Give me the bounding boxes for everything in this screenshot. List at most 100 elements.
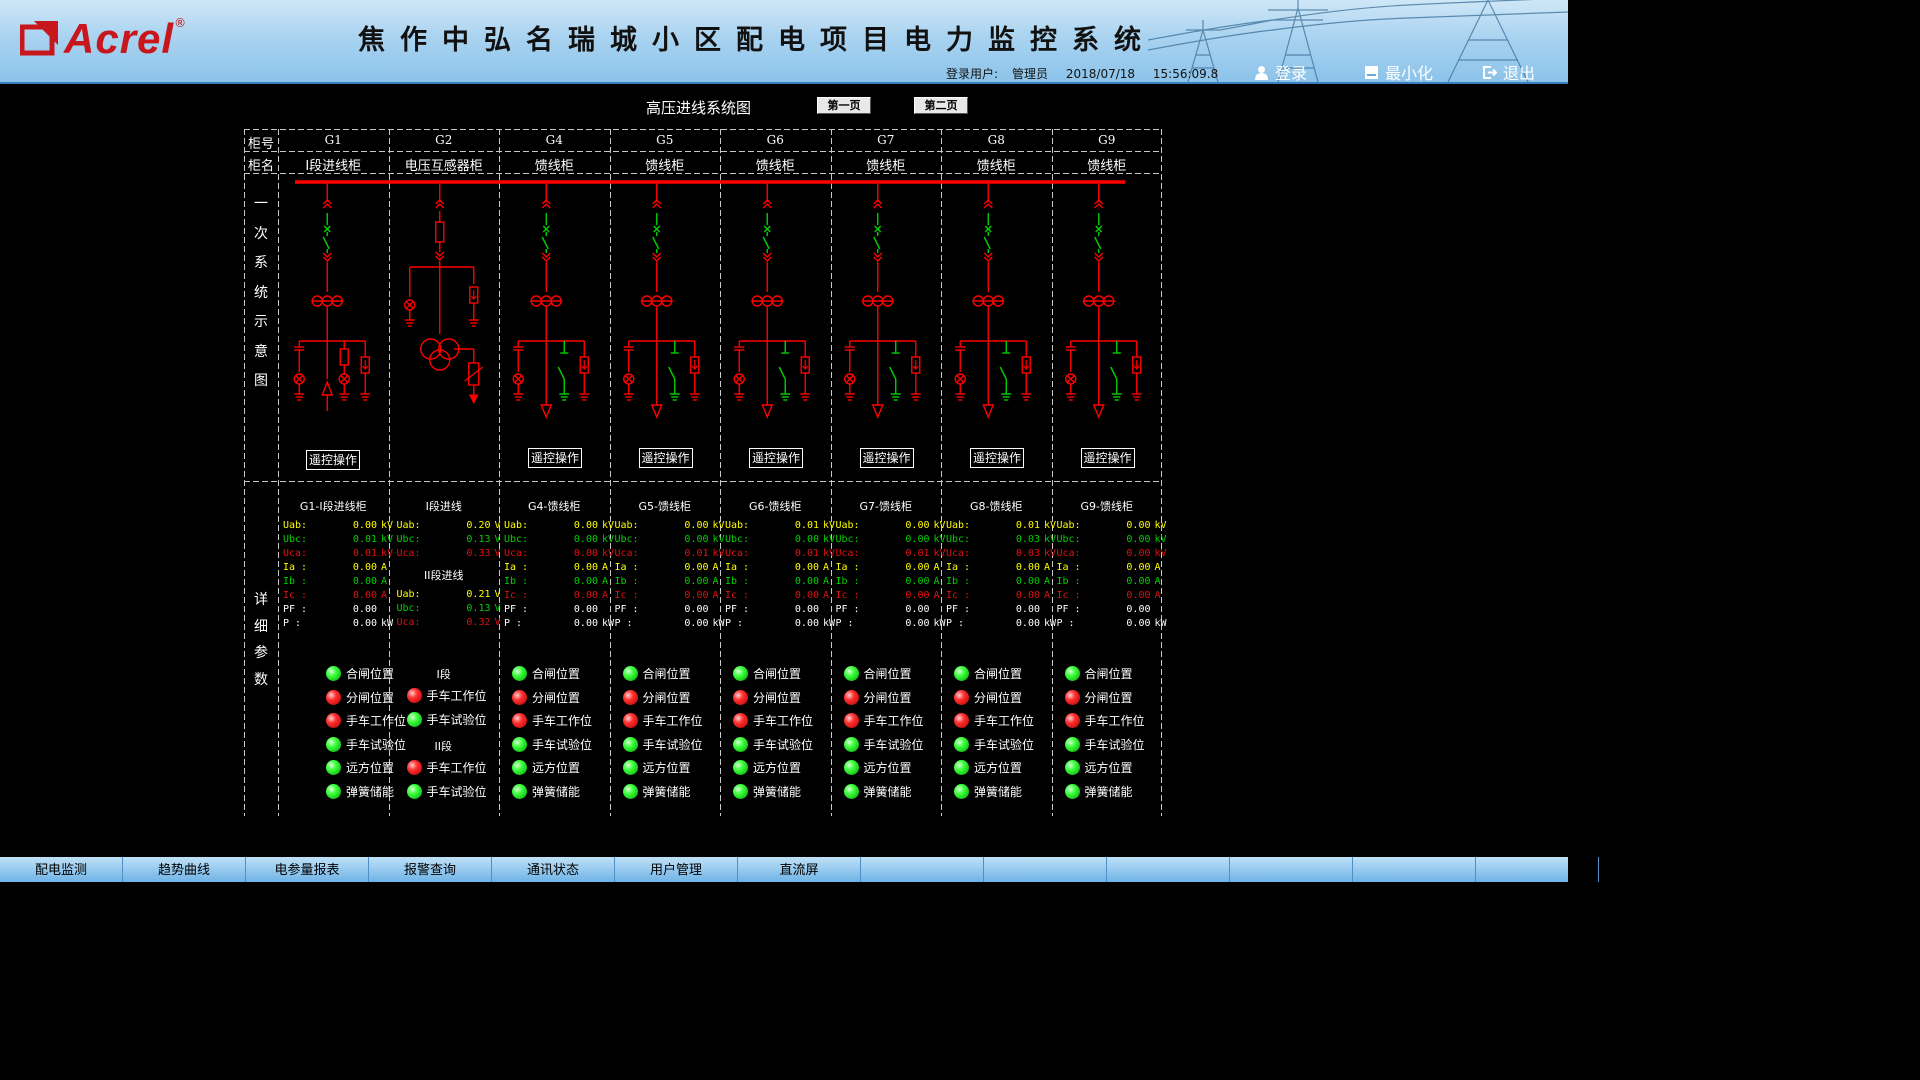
remote-control-button[interactable]: 遥控操作: [1080, 448, 1135, 468]
status-indicator: 手车工作位: [406, 759, 487, 776]
measurement-value: 0.00: [794, 534, 819, 545]
measurement-row: Uab: 0.00 kV: [615, 520, 731, 531]
nav-item[interactable]: 直流屏: [738, 857, 861, 882]
status-indicator: 手车试验位: [954, 736, 1034, 753]
nav-item[interactable]: 用户管理: [615, 857, 738, 882]
row-label-id: 柜号: [247, 137, 274, 152]
plug-contact-icon: [435, 251, 445, 257]
nav-item-empty: [861, 857, 984, 882]
measurement-value: 0.00: [573, 576, 598, 587]
nav-item-empty: [1107, 857, 1230, 882]
diagram-stroke: [999, 366, 1007, 380]
status-label: 弹簧储能: [532, 784, 581, 799]
measurement-value: 0.00: [573, 534, 598, 545]
green-led-icon: [406, 712, 422, 727]
status-label: 远方位置: [974, 761, 1023, 775]
login-button[interactable]: 登录: [1254, 60, 1307, 82]
status-label: 手车试验位: [346, 737, 407, 752]
status-indicator: 合闸位置: [622, 665, 691, 682]
remote-control-button[interactable]: 遥控操作: [306, 450, 360, 470]
date-text: 2018/07/18: [1065, 67, 1136, 81]
status-indicator: 分闸位置: [1064, 689, 1133, 706]
nav-item[interactable]: 报警查询: [369, 857, 492, 882]
page2-button[interactable]: 第二页: [914, 97, 968, 114]
remote-control-button[interactable]: 遥控操作: [528, 448, 582, 468]
remote-control-button[interactable]: 遥控操作: [638, 448, 693, 468]
minimize-button[interactable]: 最小化: [1364, 60, 1433, 82]
measurement-label: Uab:: [835, 520, 860, 531]
measurement-value: 0.00: [794, 604, 819, 615]
measurement-label: Uca:: [614, 548, 639, 559]
green-led-icon: [512, 783, 527, 799]
nav-item[interactable]: 通讯状态: [492, 857, 615, 882]
diagram-stroke: [873, 236, 881, 250]
plug-contact-icon: [873, 203, 883, 209]
green-led-icon: [843, 783, 859, 799]
remote-control-button[interactable]: 遥控操作: [859, 448, 914, 468]
status-indicator: 远方位置: [326, 759, 394, 776]
measurement-row: Ia :0.00 A: [615, 562, 731, 573]
measurement-label: Uab:: [283, 520, 308, 531]
measurement-unit: A: [1154, 576, 1161, 587]
measurement-label: Ib :: [835, 576, 860, 587]
measurement-label: PF :: [946, 604, 971, 615]
measurement-value: 0.00: [352, 618, 377, 629]
page1-button[interactable]: 第一页: [817, 97, 871, 114]
diagram-stroke: [889, 366, 897, 380]
measurement-row: P :0.00 kW: [946, 618, 1062, 629]
measurement-value: 0.00: [1015, 562, 1040, 573]
measurement-label: Ic :: [614, 590, 639, 601]
measurement-label: Ic :: [283, 590, 308, 601]
measurement-label: Ic :: [725, 590, 750, 601]
status-indicator: 分闸位置: [954, 689, 1022, 706]
measurement-label: PF :: [835, 604, 860, 615]
green-led-icon: [954, 760, 969, 775]
measurement-label: Uab:: [725, 520, 750, 531]
green-led-icon: [512, 760, 527, 775]
remote-control-button[interactable]: 遥控操作: [749, 448, 803, 468]
status-label: 弹簧储能: [642, 784, 691, 799]
measurement-label: PF :: [283, 604, 308, 615]
measurement-row: Ia :0.00 A: [725, 562, 841, 573]
measurement-row: Ic : 0.00 A: [1057, 590, 1173, 601]
plug-contact-icon: [541, 203, 551, 209]
status-indicator: 手车试验位: [733, 736, 813, 753]
measurement-value: 0.01: [684, 548, 709, 559]
status-label: 手车试验位: [974, 737, 1035, 752]
green-led-icon: [512, 736, 527, 752]
status-indicator: 弹簧储能: [843, 783, 912, 800]
status-indicator: 手车试验位: [406, 711, 487, 728]
acrel-logo: Acrel ®: [19, 14, 186, 64]
measurement-value: 0.00: [573, 548, 598, 559]
status-indicator: 弹簧储能: [512, 783, 580, 800]
measurement-row: Uab: 0.00 kV: [283, 520, 399, 531]
plug-contact-icon: [1094, 252, 1104, 258]
nav-item[interactable]: 趋势曲线: [123, 857, 246, 882]
measurement-row: PF : 0.00: [504, 604, 620, 615]
nav-item[interactable]: 配电监测: [0, 857, 123, 882]
measurement-row: Ubc: 0.00 kV: [725, 534, 841, 545]
measurement-label: Ubc:: [504, 534, 529, 545]
nav-item[interactable]: 电参量报表: [246, 857, 369, 882]
status-label: 手车工作位: [426, 689, 487, 703]
green-led-icon: [622, 783, 638, 799]
measurement-label: Ia :: [725, 562, 750, 573]
measurement-row: Ubc: 0.13 V: [397, 534, 513, 545]
measurement-value: 0.00: [352, 604, 377, 615]
measurement-value: 0.01: [1015, 520, 1040, 531]
system-title: 焦作中弘名瑞城小区配电项目电力监控系统: [358, 25, 1156, 56]
measurement-label: Ib :: [283, 576, 308, 587]
status-indicator: 分闸位置: [512, 689, 580, 706]
red-led-icon: [326, 689, 341, 705]
status-indicator: 合闸位置: [1064, 665, 1133, 682]
measurement-label: P :: [835, 618, 854, 629]
remote-control-button[interactable]: 遥控操作: [970, 448, 1024, 468]
measurement-row: Ia :0.00 A: [283, 562, 399, 573]
plug-contact-icon: [1094, 203, 1104, 209]
exit-button[interactable]: 退出: [1482, 60, 1535, 82]
outgoing-arrow-icon: [1092, 404, 1105, 419]
measurement-unit: kW: [1154, 618, 1167, 629]
time-text: 15:56:09.8: [1152, 67, 1219, 81]
measurement-label: Ib :: [946, 576, 971, 587]
status-label: 远方位置: [863, 761, 912, 775]
